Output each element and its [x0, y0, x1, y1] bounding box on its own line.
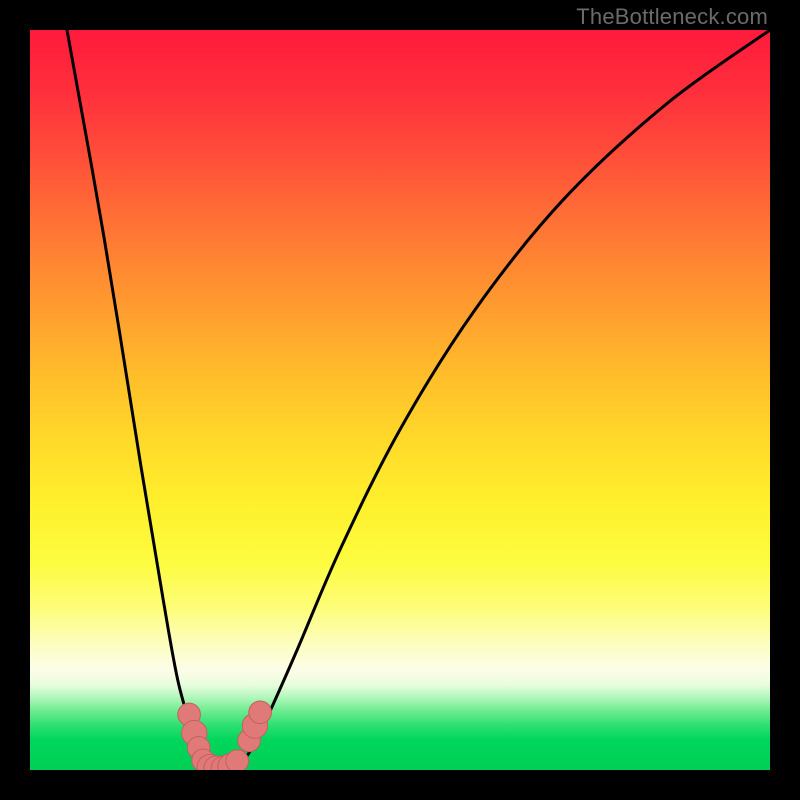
watermark-text: TheBottleneck.com	[576, 4, 768, 30]
bottleneck-curve	[67, 30, 770, 770]
chart-frame: TheBottleneck.com	[0, 0, 800, 800]
plot-area	[30, 30, 770, 770]
curve-marker	[249, 701, 272, 724]
curve-markers	[178, 701, 272, 770]
curve-marker	[226, 750, 249, 770]
curve-layer	[30, 30, 770, 770]
